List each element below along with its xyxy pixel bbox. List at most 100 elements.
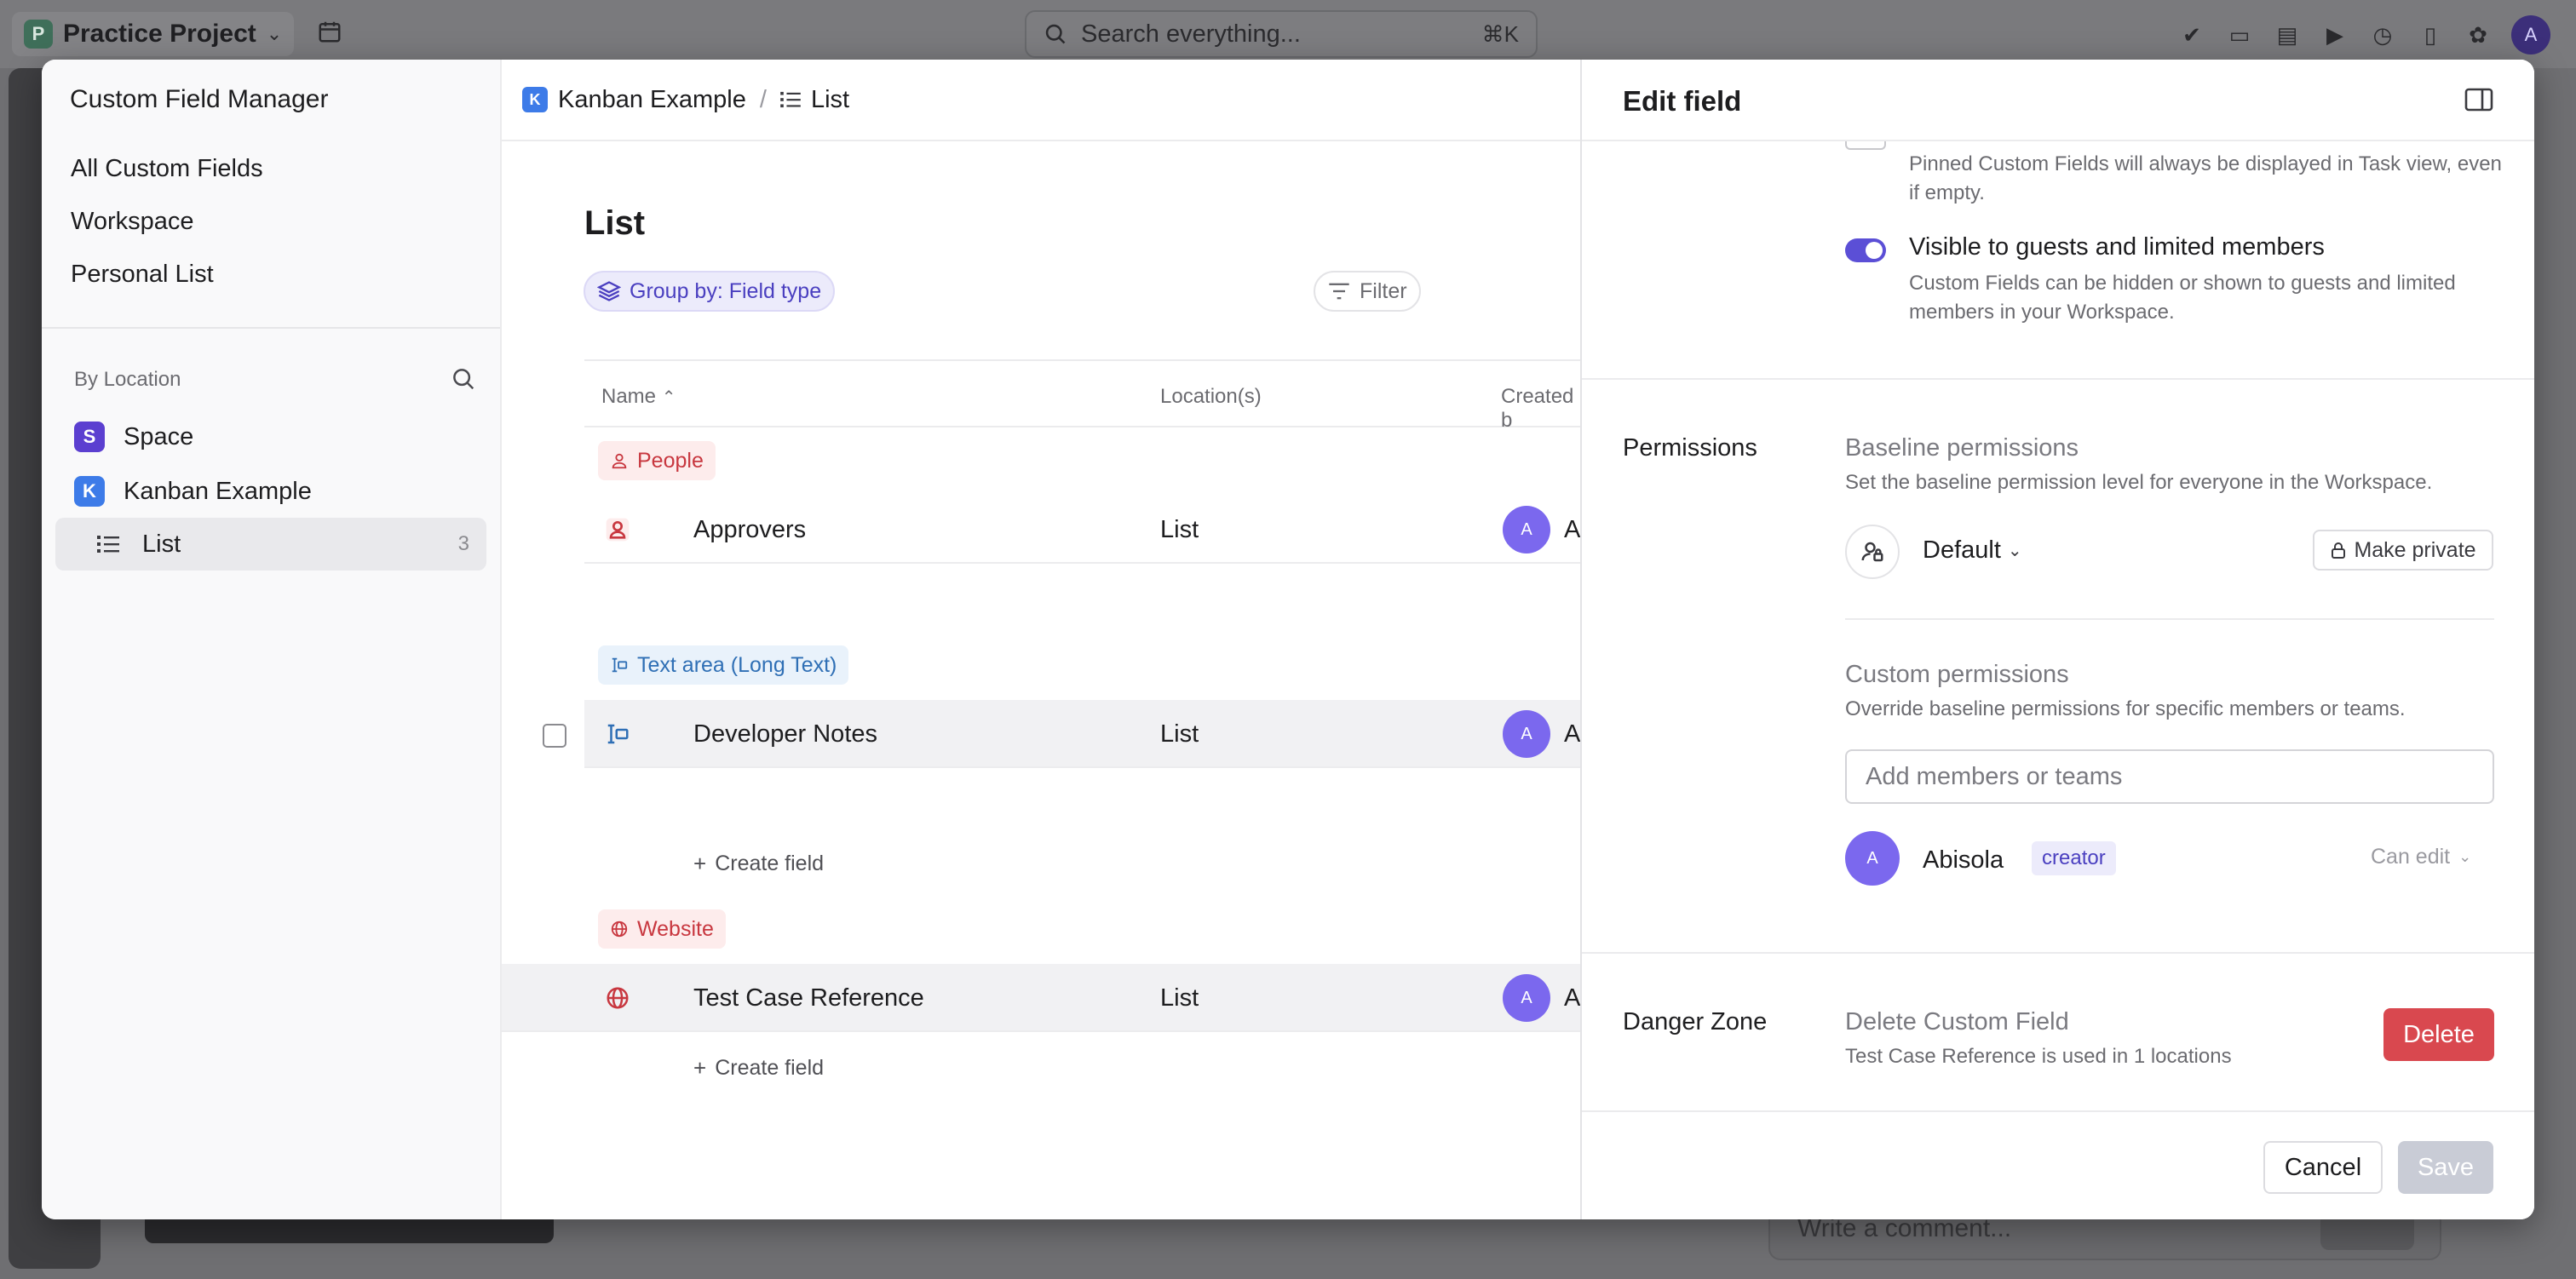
table-header: Name ⌃ Location(s) Created b bbox=[584, 359, 1580, 432]
video-icon[interactable]: ▶ bbox=[2320, 20, 2349, 49]
edit-field-panel: Pinned Custom Fields will always be disp… bbox=[1580, 60, 2534, 1219]
lock-icon bbox=[2332, 542, 2346, 559]
check-circle-icon[interactable]: ✔ bbox=[2177, 20, 2206, 49]
create-field-button[interactable]: + Create field bbox=[693, 846, 824, 880]
section-divider bbox=[1582, 378, 2534, 380]
location-list[interactable]: List 3 bbox=[55, 518, 486, 571]
search-icon[interactable] bbox=[451, 366, 476, 392]
breadcrumb-list[interactable]: List bbox=[811, 86, 849, 114]
doc-icon[interactable]: ▯ bbox=[2416, 20, 2445, 49]
visible-guests-label: Visible to guests and limited members bbox=[1909, 233, 2325, 261]
group-label: Website bbox=[637, 916, 714, 941]
apps-icon[interactable]: ✿ bbox=[2464, 20, 2493, 49]
column-created-by[interactable]: Created b bbox=[1501, 385, 1580, 433]
sidebar-divider bbox=[42, 327, 500, 329]
member-access-label: Can edit bbox=[2371, 845, 2451, 869]
globe-icon bbox=[611, 921, 628, 938]
create-field-label: Create field bbox=[715, 851, 825, 875]
table-row[interactable]: Approvers List A Ab bbox=[584, 496, 1594, 564]
default-permission-dropdown[interactable]: Default ⌄ bbox=[1923, 536, 2022, 565]
custom-permissions-title: Custom permissions bbox=[1845, 661, 2069, 688]
breadcrumb-space[interactable]: Kanban Example bbox=[558, 86, 746, 114]
group-people[interactable]: People bbox=[598, 441, 716, 480]
calendar-icon[interactable] bbox=[317, 19, 346, 48]
member-name: Abisola bbox=[1923, 846, 2004, 874]
field-location: List bbox=[1160, 720, 1199, 748]
plus-icon: + bbox=[693, 1054, 707, 1081]
by-location-label: By Location bbox=[74, 368, 181, 391]
location-space[interactable]: S Space bbox=[55, 410, 486, 463]
group-text-area[interactable]: Text area (Long Text) bbox=[598, 645, 849, 685]
field-location: List bbox=[1160, 984, 1199, 1012]
save-button[interactable]: Save bbox=[2398, 1141, 2493, 1194]
breadcrumb: K Kanban Example / List bbox=[502, 60, 1580, 141]
chevron-down-icon: ⌄ bbox=[2007, 542, 2022, 560]
alarm-icon[interactable]: ◷ bbox=[2368, 20, 2397, 49]
sidebar-layout-icon[interactable] bbox=[2464, 87, 2493, 112]
create-field-label: Create field bbox=[715, 1055, 825, 1080]
search-icon bbox=[1045, 24, 1066, 44]
global-search[interactable]: Search everything... ⌘K bbox=[1025, 10, 1538, 58]
create-field-button[interactable]: + Create field bbox=[693, 1051, 824, 1085]
add-members-input[interactable] bbox=[1845, 749, 2494, 804]
top-bar: P Practice Project ⌄ Search everything..… bbox=[0, 0, 2576, 68]
search-placeholder: Search everything... bbox=[1081, 20, 1301, 48]
field-location: List bbox=[1160, 516, 1199, 543]
cfm-main: K Kanban Example / List List Group by: F… bbox=[502, 60, 1600, 1219]
clipboard-icon[interactable]: ▤ bbox=[2273, 20, 2302, 49]
chevron-down-icon: ⌄ bbox=[2458, 848, 2472, 865]
layers-icon bbox=[597, 281, 621, 301]
column-name[interactable]: Name ⌃ bbox=[601, 385, 676, 409]
cfm-title: Custom Field Manager bbox=[70, 85, 329, 113]
edit-footer: Cancel Save bbox=[1582, 1110, 2534, 1219]
list-icon bbox=[93, 535, 124, 553]
list-icon bbox=[780, 91, 801, 108]
folder-badge: K bbox=[522, 87, 548, 112]
table-row[interactable]: Developer Notes List A Abi bbox=[584, 700, 1600, 768]
folder-badge: K bbox=[74, 476, 105, 507]
column-name-label: Name bbox=[601, 385, 657, 408]
workspace-logo: P bbox=[24, 20, 53, 49]
make-private-button[interactable]: Make private bbox=[2313, 530, 2493, 571]
pin-toggle[interactable] bbox=[1845, 141, 1886, 150]
make-private-label: Make private bbox=[2354, 537, 2476, 562]
pinned-description: Pinned Custom Fields will always be disp… bbox=[1909, 152, 2502, 204]
member-access-dropdown[interactable]: Can edit ⌄ bbox=[2371, 845, 2471, 869]
filter-button[interactable]: Filter bbox=[1314, 271, 1421, 312]
table-row[interactable]: Test Case Reference List A Ab bbox=[502, 964, 1594, 1032]
edit-title: Edit field bbox=[1623, 85, 1742, 117]
permissions-divider bbox=[1845, 618, 2494, 620]
danger-zone-label: Danger Zone bbox=[1623, 1008, 1768, 1035]
top-icons: ✔ ▭ ▤ ▶ ◷ ▯ ✿ A bbox=[2177, 15, 2550, 54]
visible-guests-toggle[interactable] bbox=[1845, 238, 1886, 262]
nav-workspace[interactable]: Workspace bbox=[71, 208, 194, 236]
workspace-switcher[interactable]: P Practice Project ⌄ bbox=[12, 12, 295, 56]
custom-field-manager-modal: Custom Field Manager All Custom Fields W… bbox=[42, 60, 2534, 1219]
sort-icon: ⌃ bbox=[661, 388, 676, 407]
chevron-down-icon: ⌄ bbox=[266, 23, 283, 44]
default-permission-label: Default bbox=[1923, 536, 2001, 564]
location-name: Kanban Example bbox=[124, 477, 312, 505]
field-count: 3 bbox=[457, 532, 469, 555]
nav-all-custom-fields[interactable]: All Custom Fields bbox=[71, 155, 263, 183]
page-title: List bbox=[584, 204, 646, 242]
permission-icon bbox=[1845, 525, 1900, 579]
search-shortcut: ⌘K bbox=[1481, 20, 1519, 47]
row-checkbox[interactable] bbox=[543, 724, 566, 748]
group-by-label: Group by: Field type bbox=[630, 278, 822, 303]
group-by-button[interactable]: Group by: Field type bbox=[584, 271, 836, 312]
plus-icon: + bbox=[693, 850, 707, 876]
inbox-icon[interactable]: ▭ bbox=[2225, 20, 2254, 49]
creator-badge: creator bbox=[2032, 841, 2116, 875]
visible-guests-description: Custom Fields can be hidden or shown to … bbox=[1909, 272, 2456, 324]
avatar: A bbox=[1845, 831, 1900, 886]
delete-button[interactable]: Delete bbox=[2383, 1008, 2494, 1061]
edit-header: Edit field bbox=[1582, 60, 2534, 141]
user-avatar[interactable]: A bbox=[2511, 15, 2550, 54]
nav-personal-list[interactable]: Personal List bbox=[71, 261, 214, 289]
cancel-button[interactable]: Cancel bbox=[2263, 1141, 2383, 1194]
group-website[interactable]: Website bbox=[598, 909, 726, 949]
location-kanban-example[interactable]: K Kanban Example bbox=[55, 465, 486, 518]
column-locations[interactable]: Location(s) bbox=[1160, 385, 1262, 409]
person-icon bbox=[612, 453, 627, 469]
